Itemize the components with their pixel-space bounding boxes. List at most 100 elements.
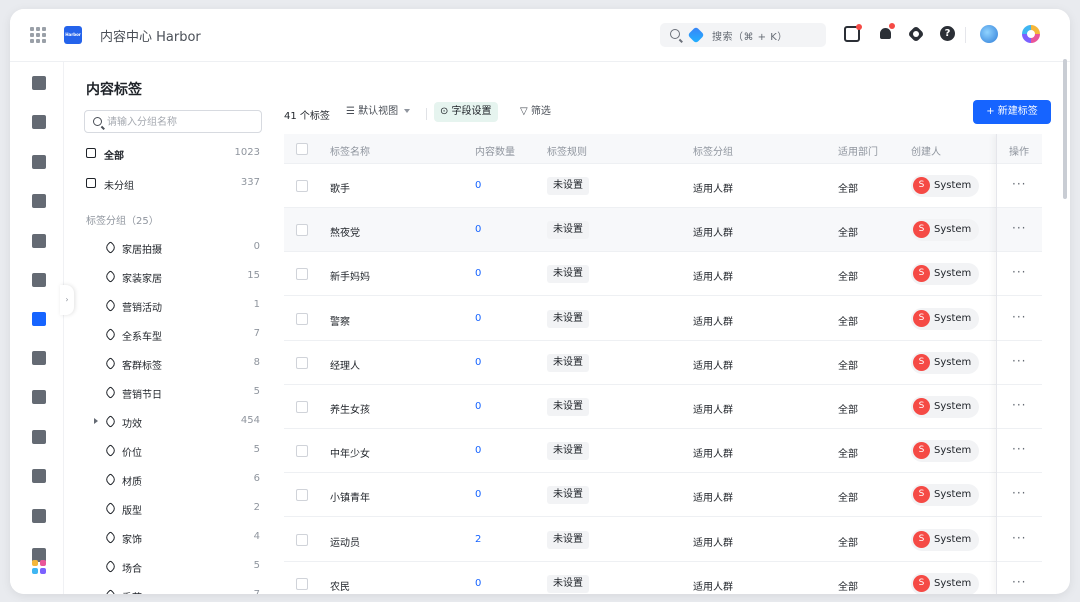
list-icon[interactable] [32,76,46,90]
content-count[interactable]: 0 [475,357,481,368]
help-box-icon[interactable] [32,509,46,523]
group-item[interactable]: 营销节日 5 [94,381,262,405]
avatar: S [913,574,930,592]
table-row[interactable]: 中年少女 0 未设置 适用人群 全部 S System ··· [284,429,1042,474]
row-checkbox[interactable] [296,445,308,458]
scrollbar[interactable] [1063,59,1067,199]
content-count[interactable]: 0 [475,313,481,324]
group-item[interactable]: 版型 2 [94,497,262,521]
group-all[interactable]: 全部 1023 [84,142,262,166]
calendar-icon[interactable] [32,155,46,169]
table-row[interactable]: 新手妈妈 0 未设置 适用人群 全部 S System ··· [284,252,1042,297]
row-checkbox[interactable] [296,224,308,237]
rule-badge: 未设置 [547,574,589,593]
actions-column-shadow [996,134,1042,594]
group-item-count: 5 [253,386,260,397]
grid-icon[interactable] [30,27,46,43]
filter-button[interactable]: ▽ 筛选 [514,102,557,122]
group-item[interactable]: 营销活动 1 [94,294,262,318]
doc-icon[interactable] [32,234,46,248]
archive-icon[interactable] [32,273,46,287]
table-row[interactable]: 运动员 2 未设置 适用人群 全部 S System ··· [284,517,1042,562]
cap-icon[interactable] [32,469,46,483]
settings-hex-icon[interactable] [907,25,925,43]
group-item[interactable]: 家饰 4 [94,526,262,550]
toolbar-divider [965,27,966,43]
tag-icon [104,415,117,428]
tag-icon[interactable] [32,312,46,326]
group-search-field[interactable] [84,110,262,133]
content-count[interactable]: 0 [475,445,481,456]
content-count[interactable]: 0 [475,401,481,412]
content-count[interactable]: 2 [475,534,481,545]
group-item[interactable]: 材质 6 [94,468,262,492]
row-checkbox[interactable] [296,401,308,413]
left-rail [10,62,64,594]
content-count[interactable]: 0 [475,578,481,589]
creator-name: System [934,533,972,545]
new-tag-button[interactable]: + 新建标签 [973,100,1051,124]
group-item[interactable]: 功效 454 [94,410,262,434]
group-search-input[interactable] [107,114,257,130]
group-item-label: 家装家居 [122,274,162,285]
col-creator[interactable]: 创建人 [911,143,941,158]
table-row[interactable]: 养生女孩 0 未设置 适用人群 全部 S System ··· [284,385,1042,429]
group-item[interactable]: 价位 5 [94,439,262,463]
table-row[interactable]: 小镇青年 0 未设置 适用人群 全部 S System ··· [284,473,1042,518]
rule-badge: 未设置 [547,265,589,284]
row-checkbox[interactable] [296,268,308,281]
col-group[interactable]: 标签分组 [693,143,733,158]
table-row[interactable]: 熬夜党 0 未设置 适用人群 全部 S System ··· [284,208,1042,253]
table-row[interactable]: 经理人 0 未设置 适用人群 全部 S System ··· [284,340,1042,385]
help-icon[interactable]: ? [940,26,955,41]
mail-icon[interactable] [32,115,46,129]
group-item[interactable]: 全系车型 7 [94,323,262,347]
tag-name: 中年少女 [330,449,370,461]
tag-group: 适用人群 [693,581,733,593]
row-checkbox[interactable] [296,533,308,546]
book-icon[interactable] [32,390,46,404]
row-checkbox[interactable] [296,356,308,369]
col-rule[interactable]: 标签规则 [547,143,587,158]
row-checkbox[interactable] [296,312,308,325]
group-item[interactable]: 场合 5 [94,555,262,579]
tag-group: 适用人群 [693,493,733,505]
select-all-checkbox[interactable] [296,143,308,155]
table-row[interactable]: 警察 0 未设置 适用人群 全部 S System ··· [284,296,1042,341]
app-launcher-icon[interactable] [1022,25,1040,43]
table-row[interactable]: 歌手 0 未设置 适用人群 全部 S System ··· [284,164,1042,208]
group-item[interactable]: 季节 7 [94,584,262,594]
global-search-placeholder: 搜索（⌘ + K） [712,32,788,43]
chat-icon[interactable] [32,430,46,444]
field-settings-button[interactable]: ⊙ 字段设置 [434,102,498,122]
col-count[interactable]: 内容数量 [475,143,515,158]
task-icon[interactable] [844,24,862,42]
content-count[interactable]: 0 [475,268,481,279]
content-count[interactable]: 0 [475,489,481,500]
content-count[interactable]: 0 [475,224,481,235]
caret-right-icon[interactable] [94,418,98,424]
chart-icon[interactable] [32,194,46,208]
row-checkbox[interactable] [296,489,308,502]
col-name[interactable]: 标签名称 [330,143,370,158]
group-item[interactable]: 家居拍摄 0 [94,236,262,260]
bell-icon[interactable] [878,23,895,42]
group-item[interactable]: 客群标签 8 [94,352,262,376]
collapse-panel-button[interactable]: › [60,285,74,315]
group-item[interactable]: 家装家居 15 [94,265,262,289]
view-selector[interactable]: ☰ 默认视图 [340,102,416,122]
content-count[interactable]: 0 [475,180,481,191]
tag-icon [104,444,117,457]
group-ungrouped[interactable]: 未分组 337 [84,172,262,196]
row-checkbox[interactable] [296,180,308,192]
col-dept[interactable]: 适用部门 [838,143,878,158]
row-checkbox[interactable] [296,577,308,590]
global-search[interactable]: 搜索（⌘ + K） [660,23,826,47]
rule-badge: 未设置 [547,398,589,416]
tag-group: 适用人群 [693,449,733,461]
table-row[interactable]: 农民 0 未设置 适用人群 全部 S System ··· [284,561,1042,594]
avatar-globe-icon[interactable] [980,25,998,43]
apps-icon[interactable] [32,560,46,574]
creator-chip: S System [911,572,980,594]
building-icon[interactable] [32,351,46,365]
